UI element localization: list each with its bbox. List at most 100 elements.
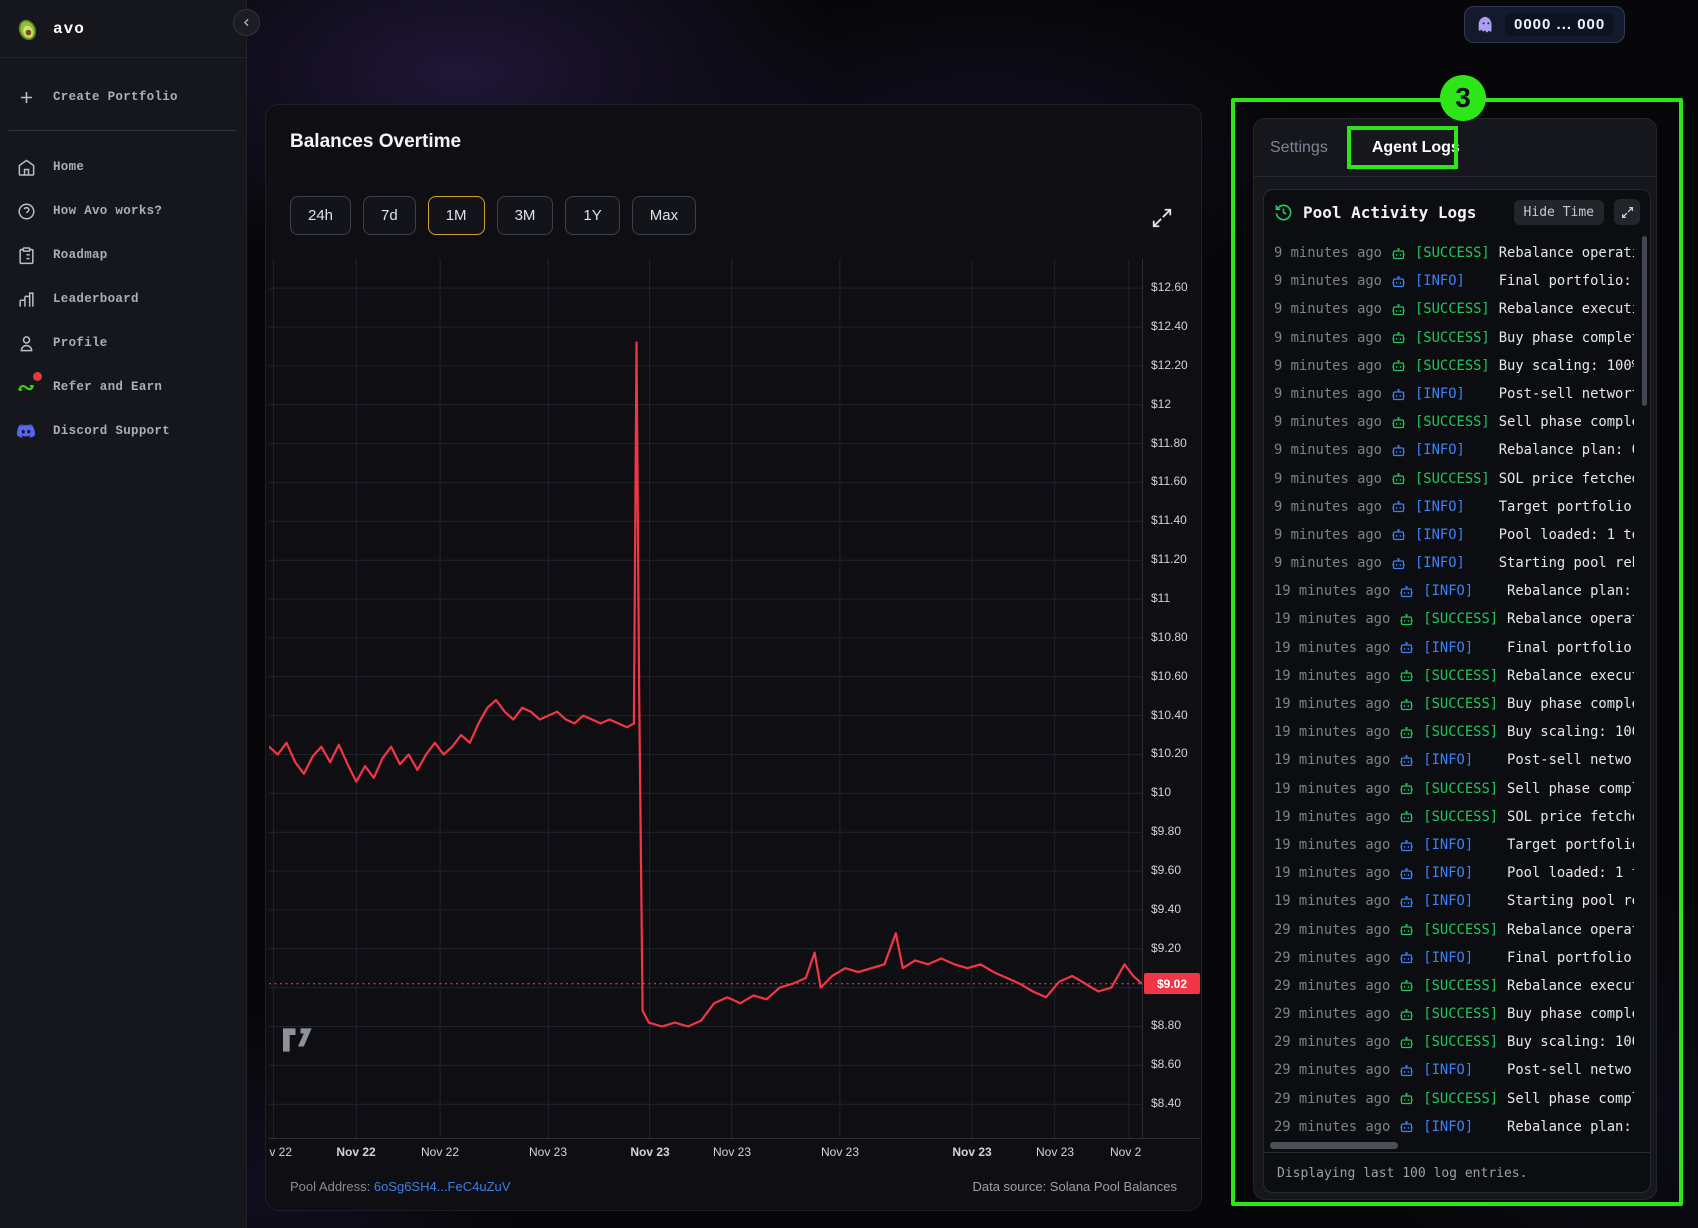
- logs-vertical-scrollbar[interactable]: [1642, 236, 1647, 406]
- tab-agent-logs[interactable]: Agent Logs: [1372, 139, 1460, 157]
- log-row: 9 minutes ago[SUCCESS]Buy scaling: 100%: [1274, 352, 1634, 380]
- balances-chart-card: Balances Overtime 24h7d1M3M1YMax $12.60$…: [265, 104, 1202, 1211]
- log-time: 9 minutes ago: [1274, 239, 1382, 267]
- chart-fullscreen-button[interactable]: [1145, 201, 1179, 235]
- robot-icon: [1399, 894, 1414, 909]
- log-level: [SUCCESS]: [1423, 662, 1498, 690]
- wallet-address: 0000 ... 000: [1505, 13, 1614, 36]
- log-row: 9 minutes ago [SUCCESS] Rebalance executi: [1274, 295, 1634, 323]
- log-row: 19 minutes ago[SUCCESS]Rebalance operat: [1274, 605, 1634, 633]
- log-level: [INFO]: [1423, 1056, 1498, 1084]
- price-tick-label: $9.80: [1151, 824, 1181, 838]
- sidebar-item-how-avo-works[interactable]: How Avo works?: [0, 189, 246, 233]
- log-message: Starting pool reb: [1499, 549, 1634, 577]
- log-level: [SUCCESS]: [1415, 352, 1490, 380]
- balance-line-chart: [269, 259, 1142, 1138]
- log-message: Final portfolio:: [1499, 267, 1632, 295]
- log-level: [INFO]: [1415, 267, 1490, 295]
- sidebar-item-refer-and-earn[interactable]: Refer and Earn: [0, 365, 246, 409]
- hide-time-button[interactable]: Hide Time: [1514, 200, 1604, 225]
- log-message: Buy phase comple: [1507, 1000, 1634, 1028]
- range-button-24h[interactable]: 24h: [290, 196, 351, 235]
- log-message: Rebalance executi: [1499, 295, 1634, 323]
- log-list[interactable]: 9 minutes ago[SUCCESS]Rebalance operati9…: [1274, 236, 1634, 1138]
- app-window: avo Create Portfolio HomeHow Avo works?R…: [0, 0, 1698, 1228]
- log-row: 9 minutes ago [INFO] Starting pool reb: [1274, 549, 1634, 577]
- robot-icon: [1399, 753, 1414, 768]
- log-level: [SUCCESS]: [1423, 1085, 1498, 1113]
- log-row: 19 minutes ago[SUCCESS]Rebalance execut: [1274, 662, 1634, 690]
- tradingview-logo-icon[interactable]: [283, 1028, 313, 1057]
- log-level: [INFO]: [1415, 549, 1490, 577]
- sidebar-collapse-button[interactable]: [233, 9, 260, 36]
- notification-dot: [33, 372, 42, 381]
- tab-settings[interactable]: Settings: [1270, 139, 1328, 157]
- leaderboard-icon: [16, 289, 36, 309]
- range-button-1y[interactable]: 1Y: [565, 196, 619, 235]
- log-level: [SUCCESS]: [1423, 775, 1498, 803]
- log-row: 29 minutes ago[SUCCESS]Buy phase comple: [1274, 1000, 1634, 1028]
- sidebar-item-profile[interactable]: Profile: [0, 321, 246, 365]
- log-time: 29 minutes ago: [1274, 972, 1390, 1000]
- log-time: 19 minutes ago: [1274, 718, 1390, 746]
- log-message: Pool loaded: 1 to: [1499, 521, 1634, 549]
- sidebar-item-discord-support[interactable]: Discord Support: [0, 409, 246, 453]
- logs-horizontal-scrollbar[interactable]: [1270, 1142, 1398, 1149]
- price-tick-label: $10.40: [1151, 708, 1188, 722]
- log-time: 9 minutes ago: [1274, 380, 1382, 408]
- log-row: 9 minutes ago[SUCCESS]Rebalance operati: [1274, 239, 1634, 267]
- log-message: Sell phase compl: [1507, 1085, 1634, 1113]
- chart-plot-area[interactable]: [269, 259, 1142, 1138]
- log-row: 9 minutes ago[INFO]Pool loaded: 1 to: [1274, 521, 1634, 549]
- range-button-1m[interactable]: 1M: [428, 196, 485, 235]
- chart-title: Balances Overtime: [290, 131, 461, 153]
- robot-icon: [1399, 781, 1414, 796]
- log-level: [SUCCESS]: [1423, 690, 1498, 718]
- robot-icon: [1399, 838, 1414, 853]
- range-button-max[interactable]: Max: [632, 196, 696, 235]
- log-message: Sell phase compl: [1507, 775, 1634, 803]
- log-message: Rebalance operat: [1507, 605, 1634, 633]
- log-level: [SUCCESS]: [1415, 295, 1490, 323]
- price-tick-label: $9.40: [1151, 902, 1181, 916]
- log-level: [SUCCESS]: [1423, 1000, 1498, 1028]
- sidebar-item-label: Profile: [53, 336, 108, 350]
- log-row: 9 minutes ago[SUCCESS]Buy phase complet: [1274, 324, 1634, 352]
- robot-icon: [1391, 443, 1406, 458]
- expand-icon: [1621, 206, 1634, 219]
- robot-icon: [1391, 274, 1406, 289]
- wallet-button[interactable]: 0000 ... 000: [1464, 6, 1625, 43]
- sidebar-item-label: Leaderboard: [53, 292, 139, 306]
- log-message: Rebalance plan:: [1507, 577, 1632, 605]
- robot-icon: [1399, 697, 1414, 712]
- price-tick-label: $11: [1151, 591, 1170, 605]
- log-level: [SUCCESS]: [1415, 408, 1490, 436]
- log-level: [INFO]: [1415, 521, 1490, 549]
- log-message: Pool loaded: 1 t: [1507, 859, 1634, 887]
- expand-icon: [1151, 207, 1173, 229]
- robot-icon: [1399, 1091, 1414, 1106]
- pool-address-link[interactable]: 6oSg6SH4...FeC4uZuV: [374, 1179, 511, 1194]
- log-row: 9 minutes ago[INFO]Final portfolio:: [1274, 267, 1634, 295]
- sidebar-item-leaderboard[interactable]: Leaderboard: [0, 277, 246, 321]
- sidebar-item-home[interactable]: Home: [0, 145, 246, 189]
- logs-fullscreen-button[interactable]: [1614, 199, 1640, 225]
- create-portfolio-button[interactable]: Create Portfolio: [0, 76, 246, 118]
- log-message: Rebalance operat: [1507, 916, 1634, 944]
- log-level: [SUCCESS]: [1423, 1028, 1498, 1056]
- range-button-3m[interactable]: 3M: [497, 196, 554, 235]
- pool-activity-logs-panel: Pool Activity Logs Hide Time 9 minutes a…: [1263, 189, 1651, 1193]
- plus-icon: [16, 87, 36, 107]
- roadmap-icon: [16, 245, 36, 265]
- robot-icon: [1399, 725, 1414, 740]
- range-button-7d[interactable]: 7d: [363, 196, 416, 235]
- log-level: [SUCCESS]: [1423, 718, 1498, 746]
- sidebar-item-roadmap[interactable]: Roadmap: [0, 233, 246, 277]
- log-time: 9 minutes ago: [1274, 295, 1382, 323]
- time-tick-label: Nov 23: [713, 1145, 751, 1159]
- chart-footer: Pool Address: 6oSg6SH4...FeC4uZuV Data s…: [266, 1161, 1201, 1211]
- robot-icon: [1391, 556, 1406, 571]
- log-message: Buy scaling: 100: [1507, 718, 1634, 746]
- log-time: 9 minutes ago: [1274, 549, 1382, 577]
- robot-icon: [1399, 950, 1414, 965]
